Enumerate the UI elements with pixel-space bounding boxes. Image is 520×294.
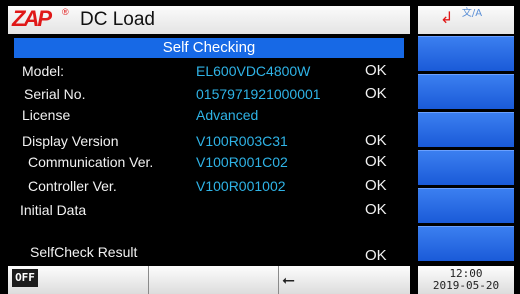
- clock: 12:00 2019-05-20: [418, 266, 514, 294]
- brand-logo: ZAP: [12, 6, 52, 31]
- row-value: 0157971921000001: [196, 86, 321, 102]
- softkey-4[interactable]: [418, 150, 514, 185]
- row-serial: Serial No. 0157971921000001 OK: [8, 84, 410, 104]
- row-label: Communication Ver.: [28, 154, 154, 170]
- row-communication-ver: Communication Ver. V100R001C02 OK: [8, 152, 410, 172]
- row-status: OK: [365, 85, 387, 102]
- registered-mark: ®: [62, 7, 69, 17]
- row-label: License: [22, 107, 71, 123]
- back-arrow-icon: ↲: [440, 8, 454, 27]
- softkey-column: [416, 34, 516, 264]
- row-label: Model:: [22, 63, 65, 79]
- row-value: EL600VDC4800W: [196, 63, 311, 79]
- row-status: OK: [365, 201, 387, 218]
- row-value: V100R001C02: [196, 154, 288, 170]
- row-value: Advanced: [196, 107, 259, 123]
- language-label: 文/A: [461, 8, 483, 19]
- row-display-version: Display Version V100R003C31 OK: [8, 131, 410, 151]
- row-label: SelfCheck Result: [30, 244, 138, 260]
- softkey-1[interactable]: [418, 36, 514, 71]
- row-initial-data: Initial Data OK: [8, 200, 410, 220]
- header-bar: ZAP ® DC Load: [8, 6, 410, 34]
- row-value: V100R003C31: [196, 133, 288, 149]
- row-status: OK: [365, 153, 387, 170]
- row-controller-ver: Controller Ver. V100R001002 OK: [8, 176, 410, 196]
- row-value: V100R001002: [196, 178, 286, 194]
- softkey-3[interactable]: [418, 112, 514, 147]
- softkey-5[interactable]: [418, 188, 514, 223]
- row-label: Initial Data: [20, 202, 87, 218]
- softkey-6[interactable]: [418, 226, 514, 261]
- row-model: Model: EL600VDC4800W OK: [8, 61, 410, 81]
- row-label: Controller Ver.: [28, 178, 117, 194]
- row-status: OK: [365, 132, 387, 149]
- usb-icon: ⭠: [282, 270, 295, 289]
- divider: [148, 266, 149, 294]
- panel-title: Self Checking: [14, 38, 404, 58]
- row-label: Display Version: [22, 133, 119, 149]
- output-off-button[interactable]: OFF: [12, 269, 38, 287]
- row-status: OK: [365, 177, 387, 194]
- language-toggle-button[interactable]: ↲ 文/A: [418, 6, 514, 34]
- divider: [278, 266, 279, 294]
- softkey-2[interactable]: [418, 74, 514, 109]
- row-selfcheck-result: SelfCheck Result OK: [8, 242, 410, 264]
- self-check-panel: Self Checking Model: EL600VDC4800W OK Se…: [8, 34, 410, 264]
- status-bar: OFF ⭠: [8, 266, 410, 294]
- app-title: DC Load: [80, 9, 155, 30]
- device-screen: ZAP ® DC Load ↲ 文/A Self Checking Model:…: [0, 0, 520, 294]
- row-status: OK: [365, 247, 387, 264]
- row-label: Serial No.: [24, 86, 86, 102]
- row-status: OK: [365, 62, 387, 79]
- row-license: License Advanced: [8, 105, 410, 125]
- clock-date: 2019-05-20: [432, 279, 500, 292]
